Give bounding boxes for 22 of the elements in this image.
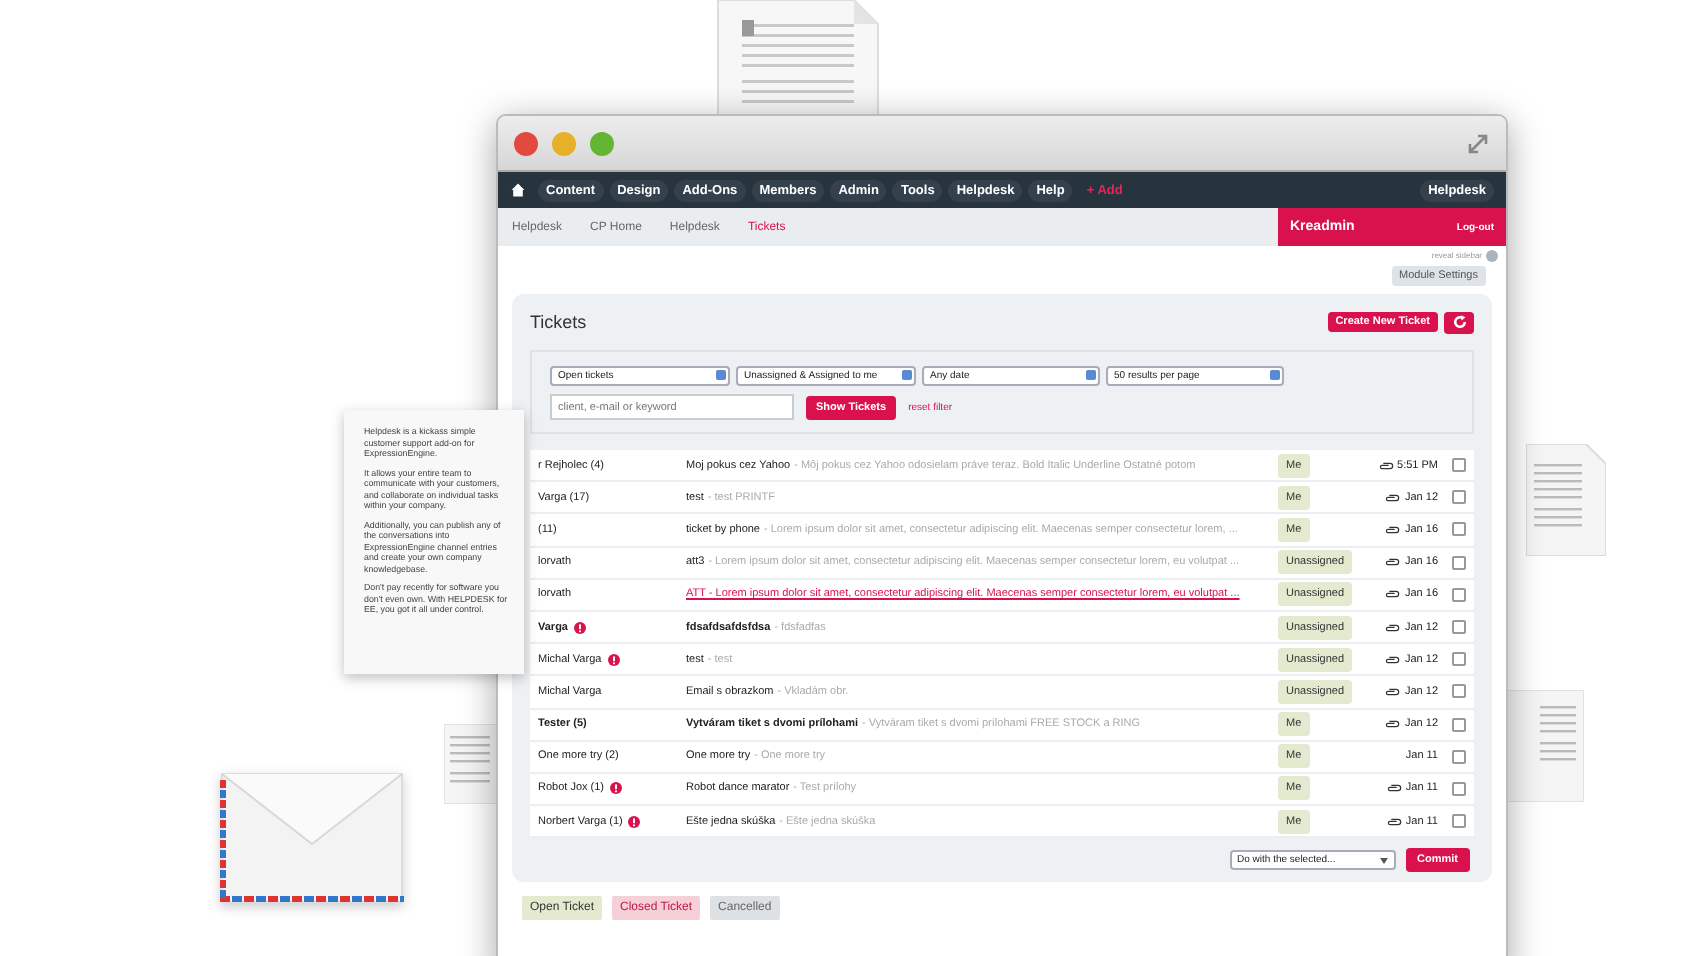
row-checkbox[interactable] <box>1452 620 1466 635</box>
row-checkbox[interactable] <box>1452 749 1466 764</box>
row-checkbox[interactable] <box>1452 490 1466 505</box>
row-checkbox[interactable] <box>1452 717 1466 732</box>
row-checkbox[interactable] <box>1452 587 1466 602</box>
home-icon[interactable] <box>510 182 526 198</box>
close-button[interactable] <box>514 131 538 155</box>
row-checkbox[interactable] <box>1452 522 1466 537</box>
row-checkbox[interactable] <box>1452 652 1466 667</box>
minimize-button[interactable] <box>552 131 576 155</box>
panel-title: Tickets <box>530 312 587 332</box>
row-checkbox[interactable] <box>1452 814 1466 829</box>
document-drawing <box>1526 444 1606 556</box>
zoom-button[interactable] <box>590 131 614 155</box>
refresh-icon <box>1451 314 1467 330</box>
refresh-button[interactable] <box>1444 311 1474 333</box>
row-checkbox[interactable] <box>1452 555 1466 570</box>
toggle-icon[interactable] <box>1486 249 1498 261</box>
row-checkbox[interactable] <box>1452 684 1466 699</box>
row-checkbox[interactable] <box>1452 781 1466 796</box>
row-checkbox[interactable] <box>1452 458 1466 473</box>
resize-icon[interactable] <box>1466 131 1490 155</box>
